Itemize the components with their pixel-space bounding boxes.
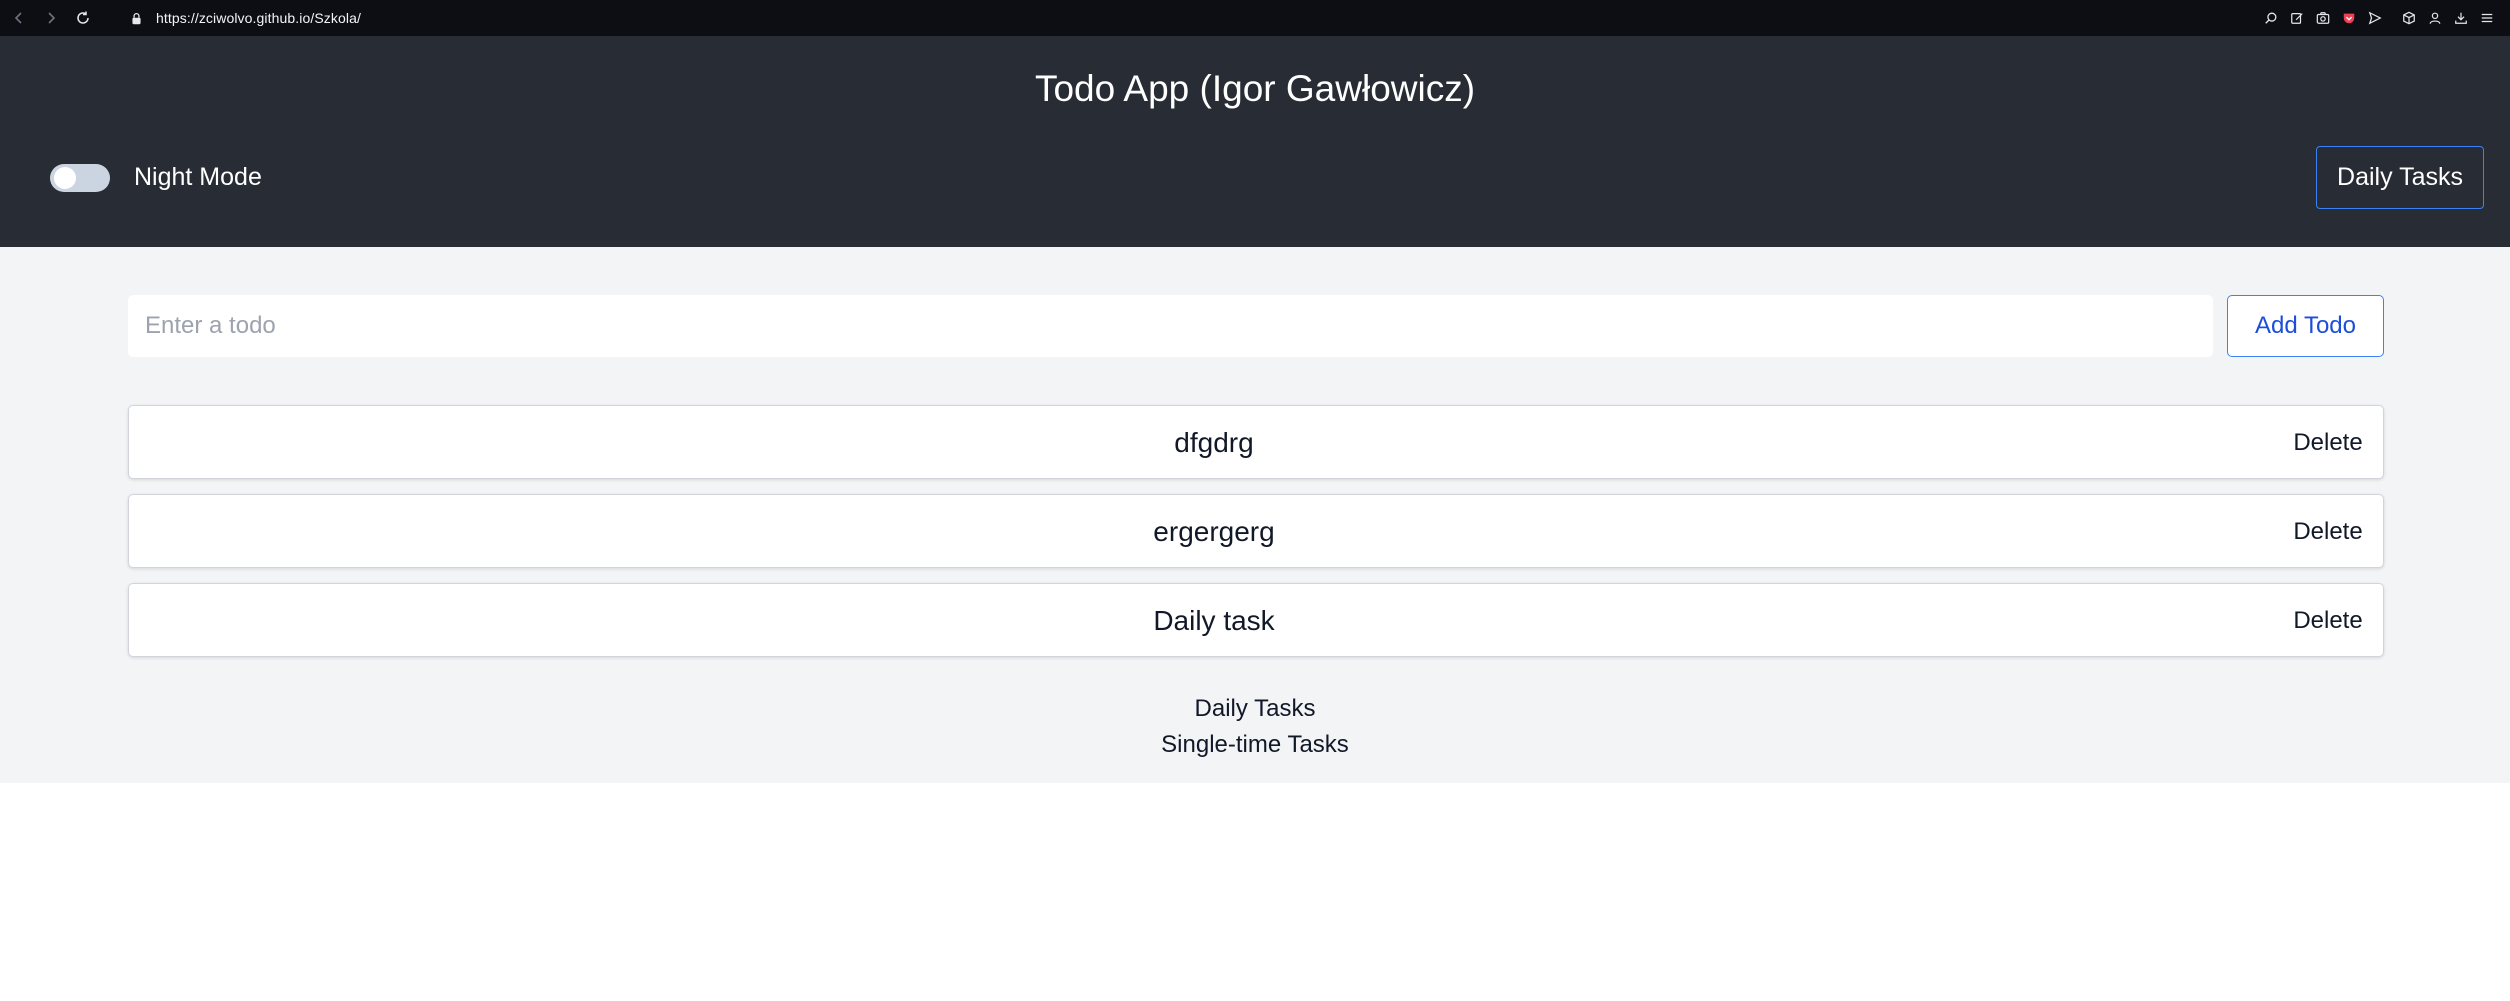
daily-tasks-link[interactable]: Daily Tasks — [0, 691, 2510, 727]
address-bar[interactable]: https://zciwolvo.github.io/Szkola/ — [156, 10, 361, 26]
lock-icon — [128, 10, 144, 26]
todo-input[interactable] — [128, 295, 2213, 357]
back-icon[interactable] — [6, 5, 32, 31]
pocket-icon[interactable] — [2336, 5, 2362, 31]
todo-list: dfgdrg Delete ergergerg Delete Daily tas… — [128, 405, 2384, 672]
delete-button[interactable]: Delete — [2273, 406, 2383, 480]
menu-icon[interactable] — [2474, 5, 2500, 31]
main-content: Add Todo dfgdrg Delete ergergerg Delete … — [0, 247, 2510, 783]
download-icon[interactable] — [2448, 5, 2474, 31]
night-mode-label: Night Mode — [134, 163, 262, 191]
todo-item: ergergerg Delete — [128, 494, 2384, 568]
todo-item: dfgdrg Delete — [128, 405, 2384, 479]
daily-tasks-button[interactable]: Daily Tasks — [2316, 146, 2484, 209]
app-header: Todo App (Igor Gawłowicz) Night Mode Dai… — [0, 36, 2510, 247]
todo-text: dfgdrg — [1174, 427, 1254, 458]
edit-icon[interactable] — [2284, 5, 2310, 31]
add-todo-button[interactable]: Add Todo — [2227, 295, 2384, 357]
screenshot-icon[interactable] — [2310, 5, 2336, 31]
page-title: Todo App (Igor Gawłowicz) — [1034, 68, 1476, 109]
todo-text: ergergerg — [1153, 516, 1275, 547]
delete-button[interactable]: Delete — [2273, 495, 2383, 569]
reload-icon[interactable] — [70, 5, 96, 31]
single-time-tasks-link[interactable]: Single-time Tasks — [0, 727, 2510, 763]
todo-item: Daily task Delete — [128, 583, 2384, 657]
zoom-icon[interactable] — [2258, 5, 2284, 31]
night-mode-toggle: Night Mode — [50, 163, 262, 192]
todo-text: Daily task — [1153, 605, 1275, 636]
browser-toolbar: https://zciwolvo.github.io/Szkola/ — [0, 0, 2510, 36]
task-type-nav: Daily Tasks Single-time Tasks — [0, 691, 2510, 763]
account-icon[interactable] — [2422, 5, 2448, 31]
night-mode-switch[interactable] — [50, 163, 110, 192]
forward-icon[interactable] — [38, 5, 64, 31]
switch-knob — [54, 166, 76, 189]
extensions-icon[interactable] — [2396, 5, 2422, 31]
delete-button[interactable]: Delete — [2273, 584, 2383, 658]
send-icon[interactable] — [2362, 5, 2388, 31]
